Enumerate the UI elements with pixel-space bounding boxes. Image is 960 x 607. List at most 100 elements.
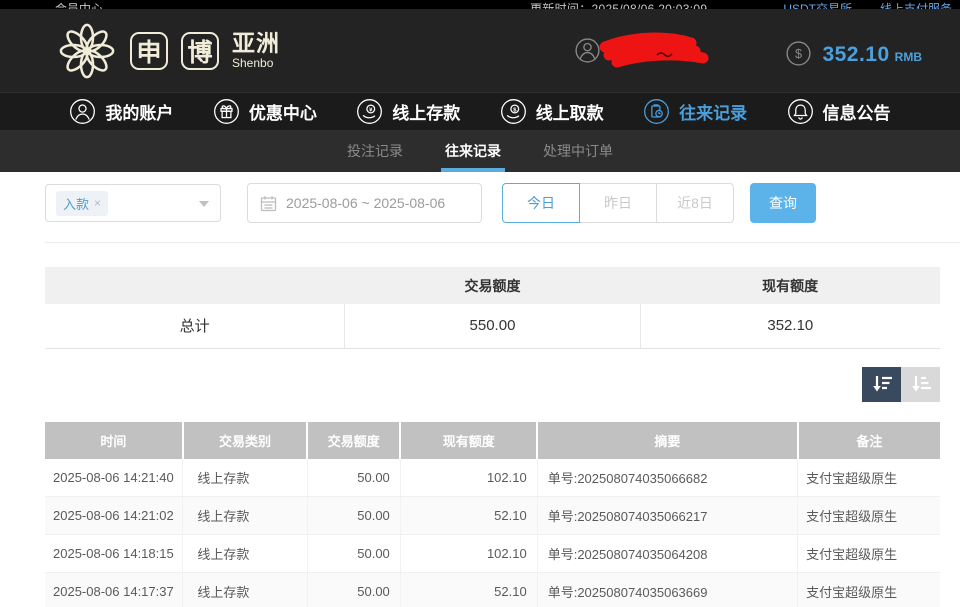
record-subtabs: 投注记录 往来记录 处理中订单 (0, 130, 960, 172)
withdraw-icon: $ (500, 98, 527, 125)
summary-header-empty (45, 267, 345, 304)
search-button[interactable]: 查询 (750, 183, 816, 223)
table-row: 2025-08-06 14:21:40 线上存款 50.00 102.10 单号… (45, 459, 940, 497)
cell-note: 支付宝超级原生 (798, 497, 940, 535)
col-amount: 交易额度 (307, 422, 400, 459)
nav-deposit[interactable]: ¥ 线上存款 (356, 98, 460, 125)
sort-asc-icon (910, 374, 932, 394)
dollar-coin-icon: $ (785, 40, 812, 67)
last8days-button[interactable]: 近8日 (656, 183, 734, 223)
remove-tag-icon[interactable]: × (94, 196, 101, 210)
table-row: 2025-08-06 14:18:15 线上存款 50.00 102.10 单号… (45, 535, 940, 573)
type-tag-deposit: 入款 × (56, 191, 108, 216)
filter-bar: 入款 × 2025-08-06 ~ 2025-08-06 今日 昨日 (45, 183, 940, 223)
chevron-down-icon (199, 201, 209, 207)
calendar-icon (260, 195, 277, 212)
divider (45, 242, 960, 243)
nav-withdraw[interactable]: $ 线上取款 (500, 98, 604, 125)
tab-pending-orders[interactable]: 处理中订单 (541, 130, 615, 172)
nav-my-account[interactable]: 我的账户 (69, 98, 173, 125)
nav-promotions[interactable]: 优惠中心 (213, 98, 317, 125)
cell-amount: 50.00 (307, 535, 400, 573)
sort-desc-icon (871, 374, 893, 394)
summary-total-row: 总计 550.00 352.10 (45, 304, 940, 348)
summary-header-row: 交易额度 现有额度 (45, 267, 940, 304)
cell-amount: 50.00 (307, 459, 400, 497)
col-balance: 现有额度 (400, 422, 537, 459)
sort-ascending-button[interactable] (901, 367, 940, 402)
sort-controls (45, 367, 940, 402)
summary-header-balance: 现有额度 (640, 267, 940, 304)
cell-type: 线上存款 (183, 573, 307, 607)
site-logo[interactable]: 申 博 亚洲 Shenbo (58, 22, 280, 80)
flower-logo-icon (58, 22, 116, 80)
cell-type: 线上存款 (183, 497, 307, 535)
records-icon (643, 98, 670, 125)
wallet-balance[interactable]: $ 352.10 RMB (785, 34, 922, 67)
logo-name-en: Shenbo (232, 57, 280, 69)
logo-asia-text: 亚洲 (232, 32, 280, 55)
redacted-username (603, 29, 713, 73)
col-time: 时间 (45, 422, 183, 459)
cell-type: 线上存款 (183, 535, 307, 573)
cell-summary: 单号:202508074035063669 (537, 573, 797, 607)
deposit-icon: ¥ (356, 98, 383, 125)
summary-balance-total: 352.10 (640, 304, 940, 348)
brand-header: 申 博 亚洲 Shenbo (0, 9, 960, 92)
svg-text:$: $ (795, 47, 802, 61)
cell-time: 2025-08-06 14:18:15 (45, 535, 183, 573)
cell-balance: 102.10 (400, 459, 537, 497)
summary-table: 交易额度 现有额度 总计 550.00 352.10 (45, 267, 940, 349)
cell-amount: 50.00 (307, 497, 400, 535)
balance-amount: 352.10 (822, 43, 889, 67)
main-navigation: 我的账户 优惠中心 ¥ 线上存款 (0, 92, 960, 130)
records-header-row: 时间 交易类别 交易额度 现有额度 摘要 备注 (45, 422, 940, 459)
cell-summary: 单号:202508074035066682 (537, 459, 797, 497)
cell-balance: 102.10 (400, 535, 537, 573)
records-table: 时间 交易类别 交易额度 现有额度 摘要 备注 2025-08-06 14:21… (45, 422, 940, 607)
transaction-type-select[interactable]: 入款 × (45, 184, 221, 222)
table-row: 2025-08-06 14:21:02 线上存款 50.00 52.10 单号:… (45, 497, 940, 535)
cell-time: 2025-08-06 14:17:37 (45, 573, 183, 607)
date-range-value: 2025-08-06 ~ 2025-08-06 (286, 195, 445, 211)
cell-balance: 52.10 (400, 573, 537, 607)
summary-total-label: 总计 (45, 304, 345, 348)
cell-summary: 单号:202508074035066217 (537, 497, 797, 535)
cell-note: 支付宝超级原生 (798, 459, 940, 497)
nav-announcements[interactable]: 信息公告 (787, 98, 891, 125)
cell-type: 线上存款 (183, 459, 307, 497)
cell-note: 支付宝超级原生 (798, 573, 940, 607)
cell-balance: 52.10 (400, 497, 537, 535)
table-row: 2025-08-06 14:17:37 线上存款 50.00 52.10 单号:… (45, 573, 940, 607)
summary-header-trade: 交易额度 (345, 267, 640, 304)
date-range-input[interactable]: 2025-08-06 ~ 2025-08-06 (247, 183, 482, 223)
user-icon (69, 98, 96, 125)
col-type: 交易类别 (183, 422, 307, 459)
sort-descending-button[interactable] (862, 367, 901, 402)
usdt-link[interactable]: USDT交易所 (783, 1, 852, 9)
gift-icon (213, 98, 240, 125)
logo-char-shen: 申 (130, 32, 168, 70)
balance-currency: RMB (895, 50, 922, 64)
content-area: 入款 × 2025-08-06 ~ 2025-08-06 今日 昨日 (0, 172, 960, 607)
quick-date-group: 今日 昨日 近8日 (502, 183, 734, 223)
col-summary: 摘要 (537, 422, 797, 459)
member-center-link[interactable]: 会员中心 (55, 1, 103, 9)
red-scribble (595, 31, 711, 73)
top-utility-bar: 会员中心 更新时间：2025/08/06 20:03:09 USDT交易所 线上… (0, 0, 960, 9)
tab-transaction-records[interactable]: 往来记录 (443, 130, 503, 172)
yesterday-button[interactable]: 昨日 (579, 183, 657, 223)
cell-summary: 单号:202508074035064208 (537, 535, 797, 573)
cell-amount: 50.00 (307, 573, 400, 607)
online-pay-link[interactable]: 线上支付服务 (880, 1, 952, 9)
cell-time: 2025-08-06 14:21:40 (45, 459, 183, 497)
today-button[interactable]: 今日 (502, 183, 580, 223)
tab-betting-records[interactable]: 投注记录 (345, 130, 405, 172)
summary-trade-total: 550.00 (345, 304, 640, 348)
logo-char-bo: 博 (181, 32, 219, 70)
cell-note: 支付宝超级原生 (798, 535, 940, 573)
col-note: 备注 (798, 422, 940, 459)
cell-time: 2025-08-06 14:21:02 (45, 497, 183, 535)
bell-icon (787, 98, 814, 125)
nav-transaction-records[interactable]: 往来记录 (643, 98, 747, 125)
